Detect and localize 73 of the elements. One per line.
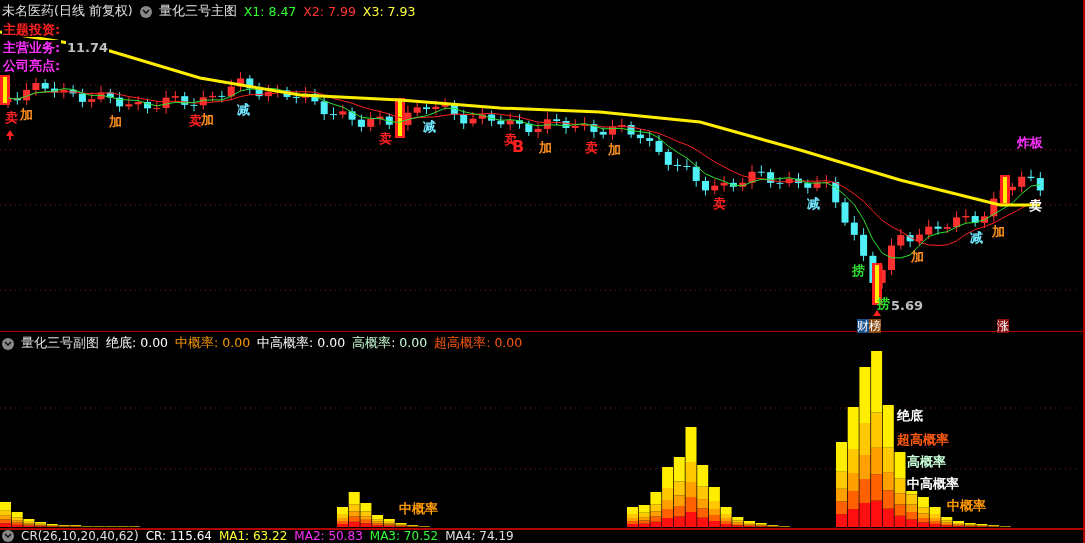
- indicator-reading: MA3: 70.52: [369, 530, 439, 542]
- signal-label: 捞: [876, 296, 891, 311]
- signal-label: 炸板: [1016, 135, 1044, 150]
- candlestick: [330, 106, 337, 121]
- candlestick: [237, 71, 244, 93]
- candlestick: [609, 119, 616, 141]
- signal-label: 加: [201, 111, 215, 127]
- signal-label: 减: [236, 102, 251, 118]
- indicator-reading: CR: 115.64: [145, 530, 212, 542]
- candlestick: [423, 103, 430, 115]
- collapse-toggle[interactable]: [139, 5, 152, 18]
- signal-label: 加: [108, 113, 123, 129]
- stock-title: 未名医药(日线 前复权): [2, 3, 133, 20]
- chart-note: 主营业务:: [2, 40, 62, 55]
- signal-label: 卖: [584, 139, 599, 155]
- candlestick: [795, 172, 802, 189]
- probability-label: 中概率: [946, 498, 987, 513]
- signal-label: 加: [607, 141, 622, 157]
- signal-label: 卖: [378, 131, 393, 147]
- candlestick: [144, 98, 151, 114]
- signal-label: 卖: [4, 110, 19, 125]
- event-tag[interactable]: 涨: [997, 319, 1009, 333]
- signal-label: 减: [422, 118, 437, 134]
- price-label: 5.69: [890, 298, 925, 313]
- indicator-reading: X1: 8.47: [243, 4, 297, 19]
- probability-label: 中概率: [398, 501, 439, 516]
- chart-note: 公司亮点:: [2, 58, 62, 73]
- probability-label: 中高概率: [906, 476, 960, 491]
- up-arrow-icon: [6, 130, 14, 140]
- probability-label: 绝底: [896, 408, 924, 423]
- signal-label: 加: [991, 224, 1006, 240]
- candlestick: [990, 191, 998, 223]
- candlestick: [51, 81, 58, 99]
- signal-label: 加: [538, 140, 553, 155]
- probability-label: 超高概率: [896, 432, 950, 447]
- indicator-reading: X3: 7.93: [362, 4, 416, 19]
- signal-label: 减: [806, 195, 821, 211]
- indicator-reading: 绝底: 0.00: [106, 335, 169, 352]
- candlestick: [516, 113, 523, 130]
- indicator-reading: 超高概率: 0.00: [434, 335, 523, 352]
- collapse-toggle[interactable]: [2, 337, 14, 350]
- signal-label: 加: [910, 249, 925, 265]
- signal-label: 卖: [712, 196, 727, 212]
- signal-label: 卖: [188, 113, 202, 129]
- signal-bar: [0, 75, 10, 105]
- signal-label: 减: [969, 230, 984, 245]
- caret-icon: [4, 533, 12, 539]
- candlestick: [981, 211, 988, 229]
- probability-label: 高概率: [906, 454, 947, 469]
- signal-bar: [395, 98, 405, 138]
- indicator-reading: MA1: 63.22: [218, 530, 288, 542]
- chart-note: 主题投资:: [2, 22, 62, 37]
- indicator-reading: 中高概率: 0.00: [257, 335, 346, 352]
- indicator-title: 量化三号主图: [158, 3, 237, 20]
- signal-label: 捞: [851, 263, 866, 279]
- indicator-reading: MA4: 74.19: [445, 530, 514, 542]
- candlestick: [702, 176, 709, 196]
- indicator-title: CR(26,10,20,40,62): [21, 530, 139, 542]
- candlestick: [888, 238, 895, 276]
- caret-icon: [141, 8, 150, 15]
- indicator-reading: X2: 7.99: [303, 4, 356, 19]
- event-tag[interactable]: 财: [857, 319, 869, 333]
- indicator-reading: MA2: 50.83: [294, 530, 363, 542]
- indicator-reading: 高概率: 0.00: [352, 335, 428, 352]
- signal-label: 加: [19, 106, 34, 122]
- up-arrow-icon: [873, 310, 881, 316]
- collapse-toggle[interactable]: [2, 530, 14, 542]
- event-tag[interactable]: 榜: [869, 319, 881, 333]
- indicator-reading: 中概率: 0.00: [175, 335, 251, 352]
- signal-bar: [1000, 175, 1010, 205]
- caret-icon: [4, 340, 12, 347]
- chart-note: 11.74: [66, 40, 110, 55]
- indicator-title: 量化三号副图: [21, 335, 99, 352]
